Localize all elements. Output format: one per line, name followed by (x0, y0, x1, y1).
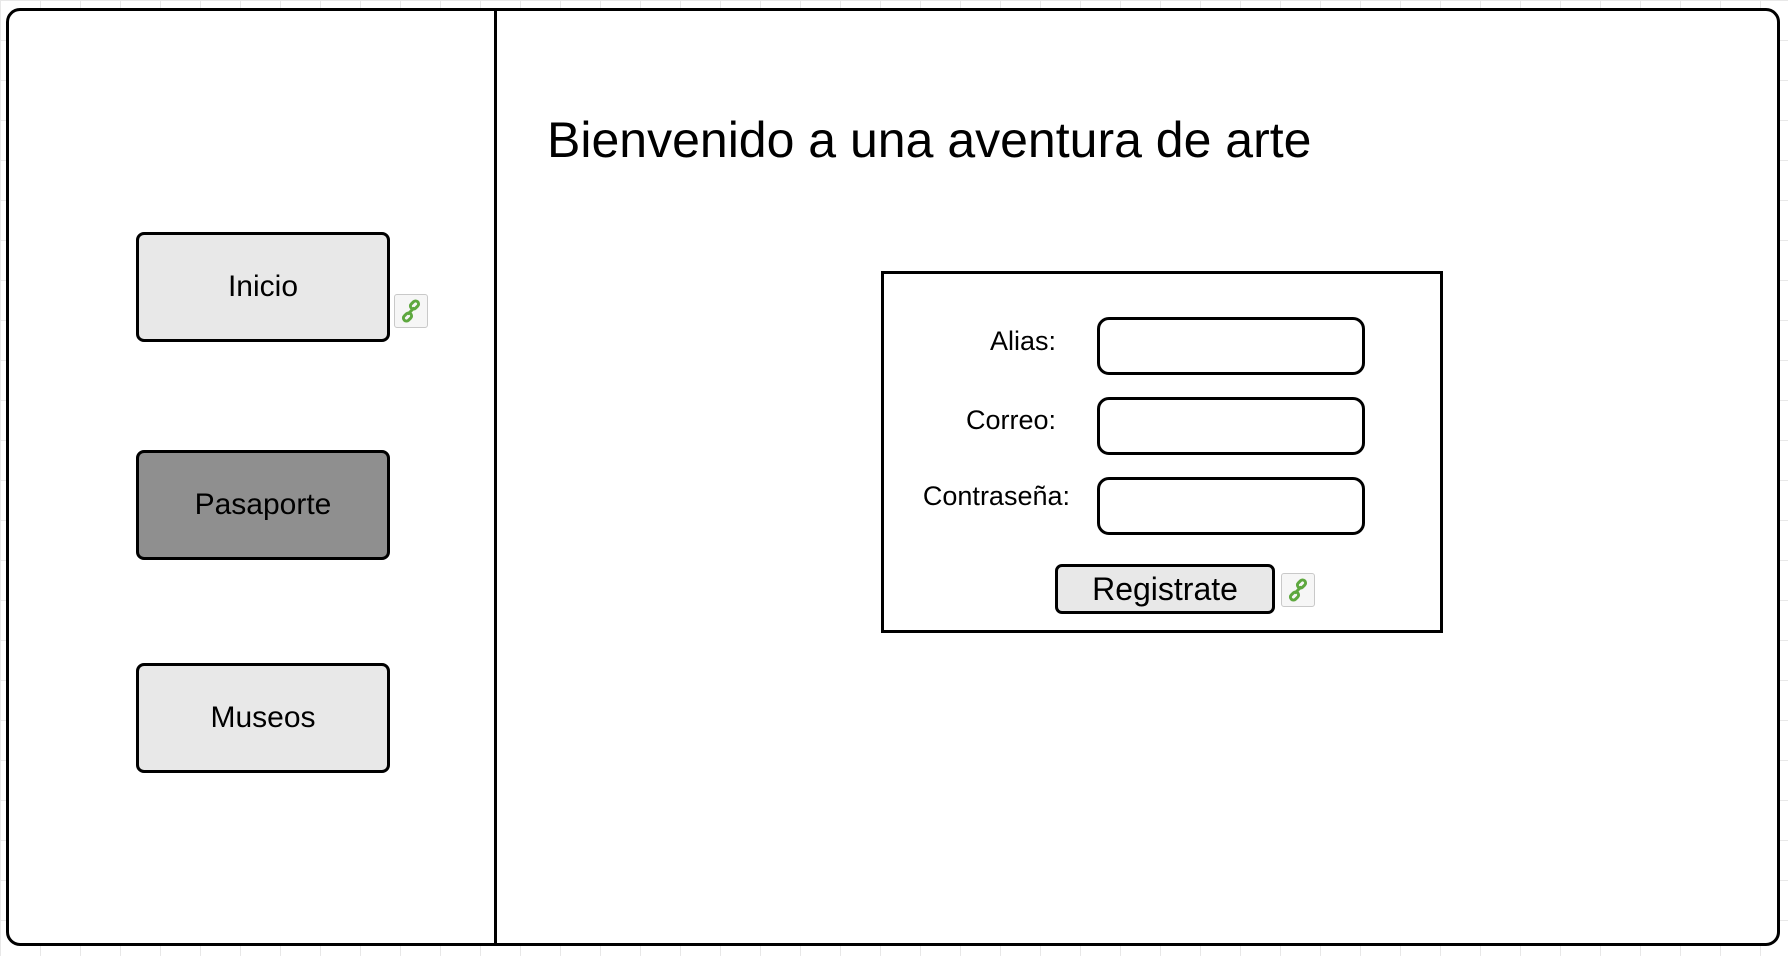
nav-button-label: Inicio (227, 270, 299, 303)
nav-button-label: Museos (210, 701, 316, 734)
correo-input[interactable] (1097, 397, 1365, 455)
nav-button-museos[interactable]: Museos (136, 663, 390, 773)
correo-label: Correo: (965, 405, 1056, 435)
link-icon[interactable] (1281, 573, 1315, 607)
nav-button-label: Pasaporte (194, 488, 332, 521)
sidebar: Inicio Pasaporte Museos (9, 11, 497, 943)
alias-label: Alias: (989, 326, 1056, 356)
contrasena-input[interactable] (1097, 477, 1365, 535)
registrate-button-label: Registrate (1092, 570, 1238, 607)
link-icon[interactable] (394, 294, 428, 328)
app-window: Inicio Pasaporte Museos Bienvenido a una… (6, 8, 1780, 946)
contrasena-label: Contraseña: (922, 481, 1070, 511)
page-title: Bienvenido a una aventura de arte (547, 112, 1312, 168)
alias-input[interactable] (1097, 317, 1365, 375)
nav-button-inicio[interactable]: Inicio (136, 232, 390, 342)
registrate-button[interactable]: Registrate (1055, 564, 1275, 614)
nav-button-pasaporte[interactable]: Pasaporte (136, 450, 390, 560)
registration-form: Alias: Correo: Contraseña: Registrate (881, 271, 1443, 633)
